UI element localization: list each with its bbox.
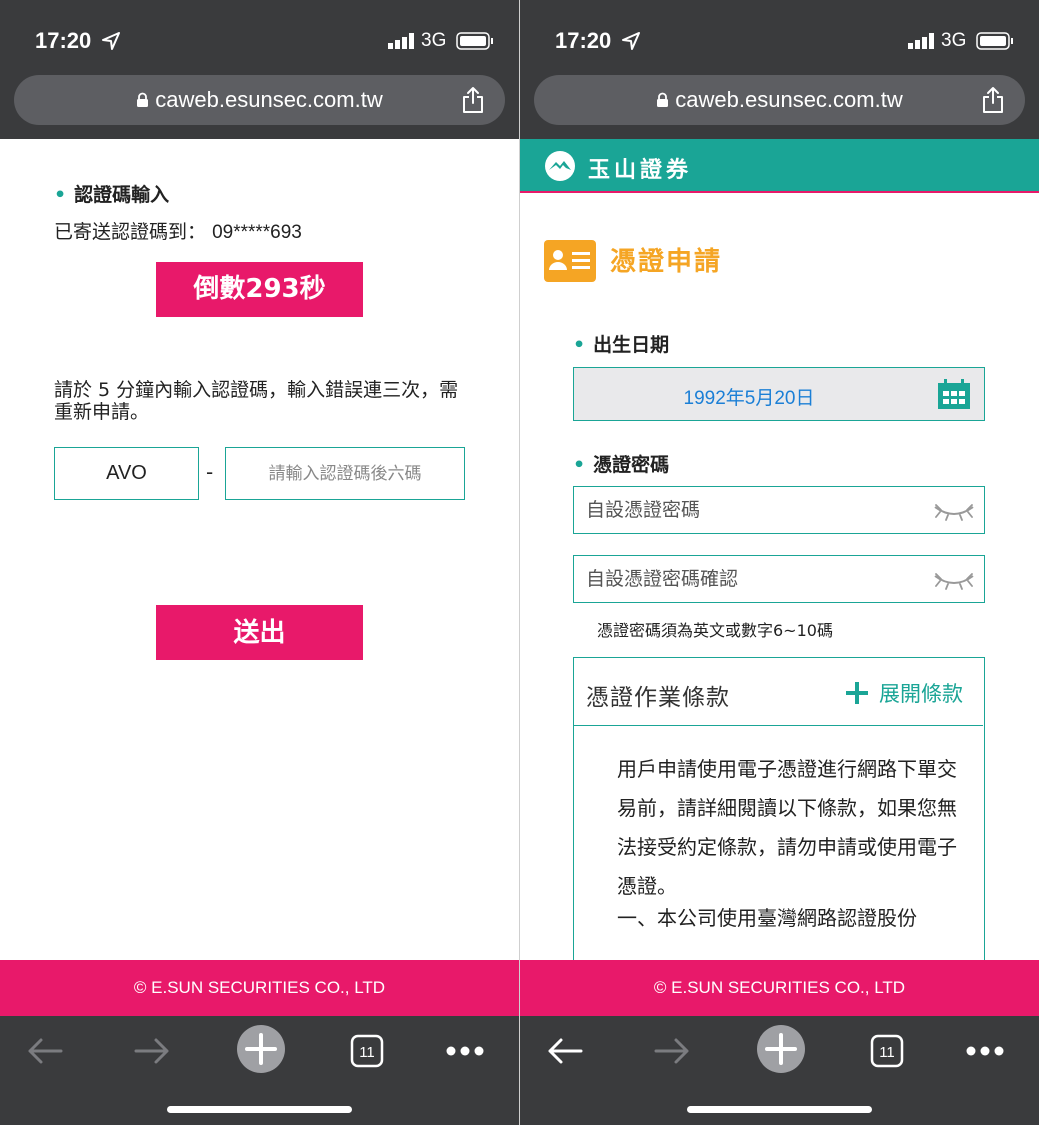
sent-to-label: 已寄送認證碼到： xyxy=(54,221,207,243)
plus-circle-icon xyxy=(237,1025,285,1073)
more-dots-icon xyxy=(966,1046,1004,1056)
back-arrow-icon xyxy=(28,1038,63,1064)
tab-count: 11 xyxy=(359,1044,375,1061)
terms-header: 憑證作業條款 展開條款 xyxy=(574,658,983,726)
brand-name: 玉山證券 xyxy=(588,158,693,183)
plus-icon xyxy=(846,682,868,704)
expand-terms-button[interactable]: 展開條款 xyxy=(845,678,963,708)
url-bar[interactable]: caweb.esunsec.com.tw xyxy=(14,75,505,125)
new-tab-button[interactable] xyxy=(756,1024,806,1074)
location-arrow-icon xyxy=(102,32,120,50)
code-prefix-box: AVO xyxy=(54,447,199,500)
signal-icon xyxy=(388,33,414,49)
verification-code-input[interactable] xyxy=(225,447,465,500)
countdown-badge: 倒數293秒 xyxy=(156,262,363,317)
browser-top-bar: 17:20 3G caweb.esunsec.com.tw xyxy=(0,0,519,139)
more-button[interactable] xyxy=(962,1028,1008,1074)
browser-top-bar: 17:20 3G caweb.esunsec.com.tw xyxy=(520,0,1039,139)
id-card-icon xyxy=(544,240,596,282)
code-separator: - xyxy=(206,460,214,484)
tabs-icon: 11 xyxy=(350,1034,384,1068)
password-confirm-input[interactable] xyxy=(586,556,916,601)
new-tab-button[interactable] xyxy=(236,1024,286,1074)
submit-button[interactable]: 送出 xyxy=(156,605,363,660)
forward-arrow-icon xyxy=(654,1038,689,1064)
terms-title: 憑證作業條款 xyxy=(586,685,730,711)
calendar-icon[interactable] xyxy=(936,378,972,410)
lock-icon xyxy=(137,92,149,107)
browser-bottom-bar: 11 xyxy=(0,1016,519,1125)
eye-closed-icon[interactable] xyxy=(932,499,976,521)
brand-header: 玉山證券 xyxy=(520,139,1039,193)
plus-circle-icon xyxy=(757,1025,805,1073)
lock-icon xyxy=(657,92,669,107)
home-indicator[interactable] xyxy=(167,1106,352,1113)
back-button[interactable] xyxy=(22,1028,68,1074)
battery-icon xyxy=(456,32,493,50)
verification-section-title: • 認證碼輸入 xyxy=(54,184,170,206)
location-arrow-icon xyxy=(622,32,640,50)
forward-button[interactable] xyxy=(649,1028,695,1074)
home-indicator[interactable] xyxy=(687,1106,872,1113)
copyright-footer: © E.SUN SECURITIES CO., LTD xyxy=(520,960,1039,1016)
more-dots-icon xyxy=(446,1046,484,1056)
password-label: • 憑證密碼 xyxy=(573,454,670,476)
expand-terms-label: 展開條款 xyxy=(879,682,963,706)
password-field[interactable] xyxy=(573,486,985,534)
birthdate-label: • 出生日期 xyxy=(573,334,670,356)
sent-to-line: 已寄送認證碼到： 09*****693 xyxy=(54,217,302,244)
page-title: 憑證申請 xyxy=(610,247,723,277)
back-arrow-icon xyxy=(548,1038,583,1064)
masked-phone: 09*****693 xyxy=(212,222,302,243)
terms-text: 用戶申請使用電子憑證進行網路下單交易前，請詳細閱讀以下條款，如果您無法接受約定條… xyxy=(617,757,957,898)
url-text: caweb.esunsec.com.tw xyxy=(675,87,903,112)
eye-closed-icon[interactable] xyxy=(932,568,976,590)
forward-arrow-icon xyxy=(134,1038,169,1064)
url-text: caweb.esunsec.com.tw xyxy=(155,87,383,112)
tabs-button[interactable]: 11 xyxy=(344,1028,390,1074)
share-icon[interactable] xyxy=(461,86,485,114)
right-screen: 17:20 3G caweb.esunsec.com.tw 玉山證券 憑證申請 … xyxy=(520,0,1039,1125)
more-button[interactable] xyxy=(442,1028,488,1074)
password-confirm-field[interactable] xyxy=(573,555,985,603)
network-type: 3G xyxy=(421,30,447,51)
password-input[interactable] xyxy=(586,487,916,532)
status-time: 17:20 xyxy=(555,28,612,53)
birthdate-value: 1992年5月20日 xyxy=(683,388,815,409)
share-icon[interactable] xyxy=(981,86,1005,114)
mountain-logo-icon xyxy=(545,151,575,181)
terms-clause-1: 一、本公司使用臺灣網路認證股份 xyxy=(617,906,917,930)
tab-count: 11 xyxy=(879,1044,895,1061)
copyright-footer: © E.SUN SECURITIES CO., LTD xyxy=(0,960,519,1016)
tabs-icon: 11 xyxy=(870,1034,904,1068)
left-screen: 17:20 3G caweb.esunsec.com.tw • 認證碼輸入 已寄送… xyxy=(0,0,519,1125)
signal-icon xyxy=(908,33,934,49)
back-button[interactable] xyxy=(542,1028,588,1074)
password-hint: 憑證密碼須為英文或數字6~10碼 xyxy=(597,621,833,640)
birthdate-field[interactable]: 1992年5月20日 xyxy=(573,367,985,421)
forward-button[interactable] xyxy=(129,1028,175,1074)
entry-notice: 請於 5 分鐘內輸入認證碼，輸入錯誤連三次，需重新申請。 xyxy=(54,379,459,423)
browser-bottom-bar: 11 xyxy=(520,1016,1039,1125)
url-bar[interactable]: caweb.esunsec.com.tw xyxy=(534,75,1025,125)
tabs-button[interactable]: 11 xyxy=(864,1028,910,1074)
network-type: 3G xyxy=(941,30,967,51)
battery-icon xyxy=(976,32,1013,50)
terms-panel: 憑證作業條款 展開條款 用戶申請使用電子憑證進行網路下單交易前，請詳細閱讀以下條… xyxy=(573,657,985,987)
status-time: 17:20 xyxy=(35,28,92,53)
